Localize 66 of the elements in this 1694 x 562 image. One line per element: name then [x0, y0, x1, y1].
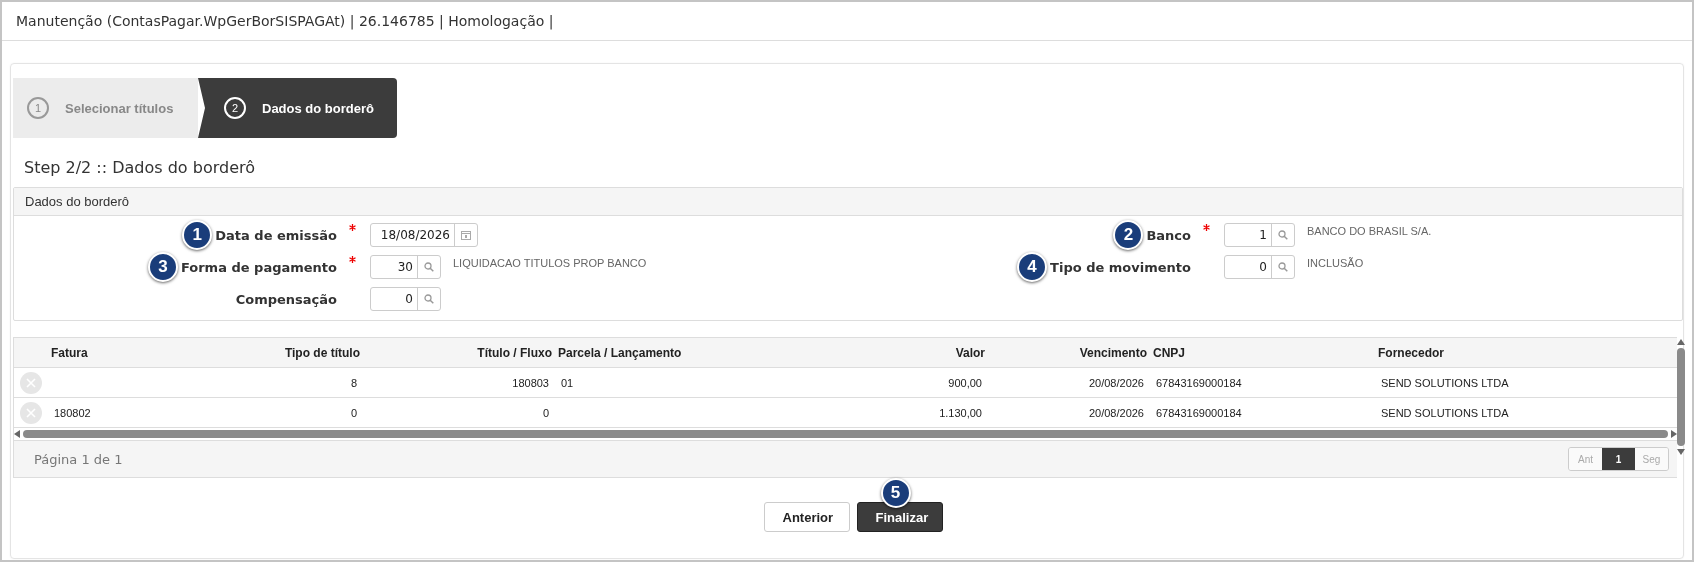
window-title: Manutenção (ContasPagar.WpGerBorSISPAGAt) | 26.146785 | Homologação |: [2, 2, 1692, 41]
callout-badge: 1: [182, 220, 213, 250]
column-header: Tipo de título: [169, 338, 363, 368]
step-number: 1: [27, 97, 49, 119]
callout-badge: 4: [1017, 252, 1048, 282]
search-icon: [1278, 262, 1288, 272]
table-cell: 900,00: [948, 376, 982, 389]
table-cell: SEND SOLUTIONS LTDA: [1381, 376, 1509, 389]
table-cell: 0: [350, 406, 357, 419]
search-icon: [1278, 230, 1288, 240]
table-cell: 8: [350, 376, 357, 389]
page-heading: Step 2/2 :: Dados do borderô: [24, 158, 256, 177]
table-cell: 0: [542, 406, 549, 419]
wizard-step[interactable]: 2 Dados do borderô: [198, 78, 397, 138]
lookup-field[interactable]: 1: [1224, 223, 1295, 247]
table-cell: SEND SOLUTIONS LTDA: [1381, 406, 1509, 419]
scroll-up-icon: [1677, 339, 1685, 345]
column-header: Vencimento: [988, 338, 1150, 368]
date-field[interactable]: 18/08/2026: [370, 223, 478, 247]
callout-badge: 2: [1113, 220, 1144, 250]
lookup-field[interactable]: 0: [1224, 255, 1295, 279]
page-button[interactable]: 1: [1602, 448, 1635, 470]
table-cell: 67843169000184: [1156, 376, 1242, 389]
table-cell: 1.130,00: [939, 406, 982, 419]
step-number: 2: [224, 97, 246, 119]
field-label: Compensação: [235, 291, 337, 307]
column-header: Fatura: [48, 338, 169, 368]
column-header: Título / Fluxo: [363, 338, 555, 368]
page-info: Página 1 de 1: [34, 451, 123, 467]
column-header: Valor: [848, 338, 988, 368]
table-cell: 67843169000184: [1156, 406, 1242, 419]
calendar-icon: [461, 230, 471, 240]
scroll-down-icon: [1677, 449, 1685, 455]
column-header: CNPJ: [1150, 338, 1375, 368]
scroll-left-icon: [14, 430, 20, 438]
back-button[interactable]: Anterior: [763, 502, 850, 532]
field-description: INCLUSÃO: [1307, 256, 1364, 269]
table-cell: 180802: [54, 406, 91, 419]
table-cell: 20/08/2026: [1088, 406, 1144, 419]
callout-badge: 3: [147, 252, 178, 282]
field-description: BANCO DO BRASIL S/A.: [1307, 224, 1432, 237]
column-header: Parcela / Lançamento: [555, 338, 848, 368]
lookup-field[interactable]: 30: [370, 255, 441, 279]
close-icon: [26, 407, 36, 418]
table-cell: 01: [561, 376, 574, 389]
remove-button[interactable]: [20, 371, 42, 394]
table-cell: 180803: [512, 376, 549, 389]
step-label: Dados do borderô: [262, 100, 374, 116]
scrollbar-thumb[interactable]: [23, 430, 1668, 438]
field-label: Data de emissão: [215, 227, 337, 243]
column-header: Fornecedor: [1375, 338, 1677, 368]
field-label: Forma de pagamento: [180, 259, 337, 275]
lookup-field[interactable]: 0: [370, 287, 441, 311]
field-label: Tipo de movimento: [1050, 259, 1191, 275]
step-label: Selecionar títulos: [65, 100, 174, 116]
callout-badge: 5: [880, 478, 911, 508]
finish-button[interactable]: Finalizar: [856, 502, 943, 532]
section-title: Dados do borderô: [14, 188, 1682, 216]
field-description: LIQUIDACAO TITULOS PROP BANCO: [453, 256, 647, 269]
scrollbar-thumb[interactable]: [1677, 348, 1685, 446]
table-cell: 20/08/2026: [1088, 376, 1144, 389]
search-icon: [424, 262, 434, 272]
close-icon: [26, 377, 36, 388]
field-label: Banco: [1146, 227, 1191, 243]
search-icon: [424, 294, 434, 304]
remove-button[interactable]: [20, 401, 42, 424]
